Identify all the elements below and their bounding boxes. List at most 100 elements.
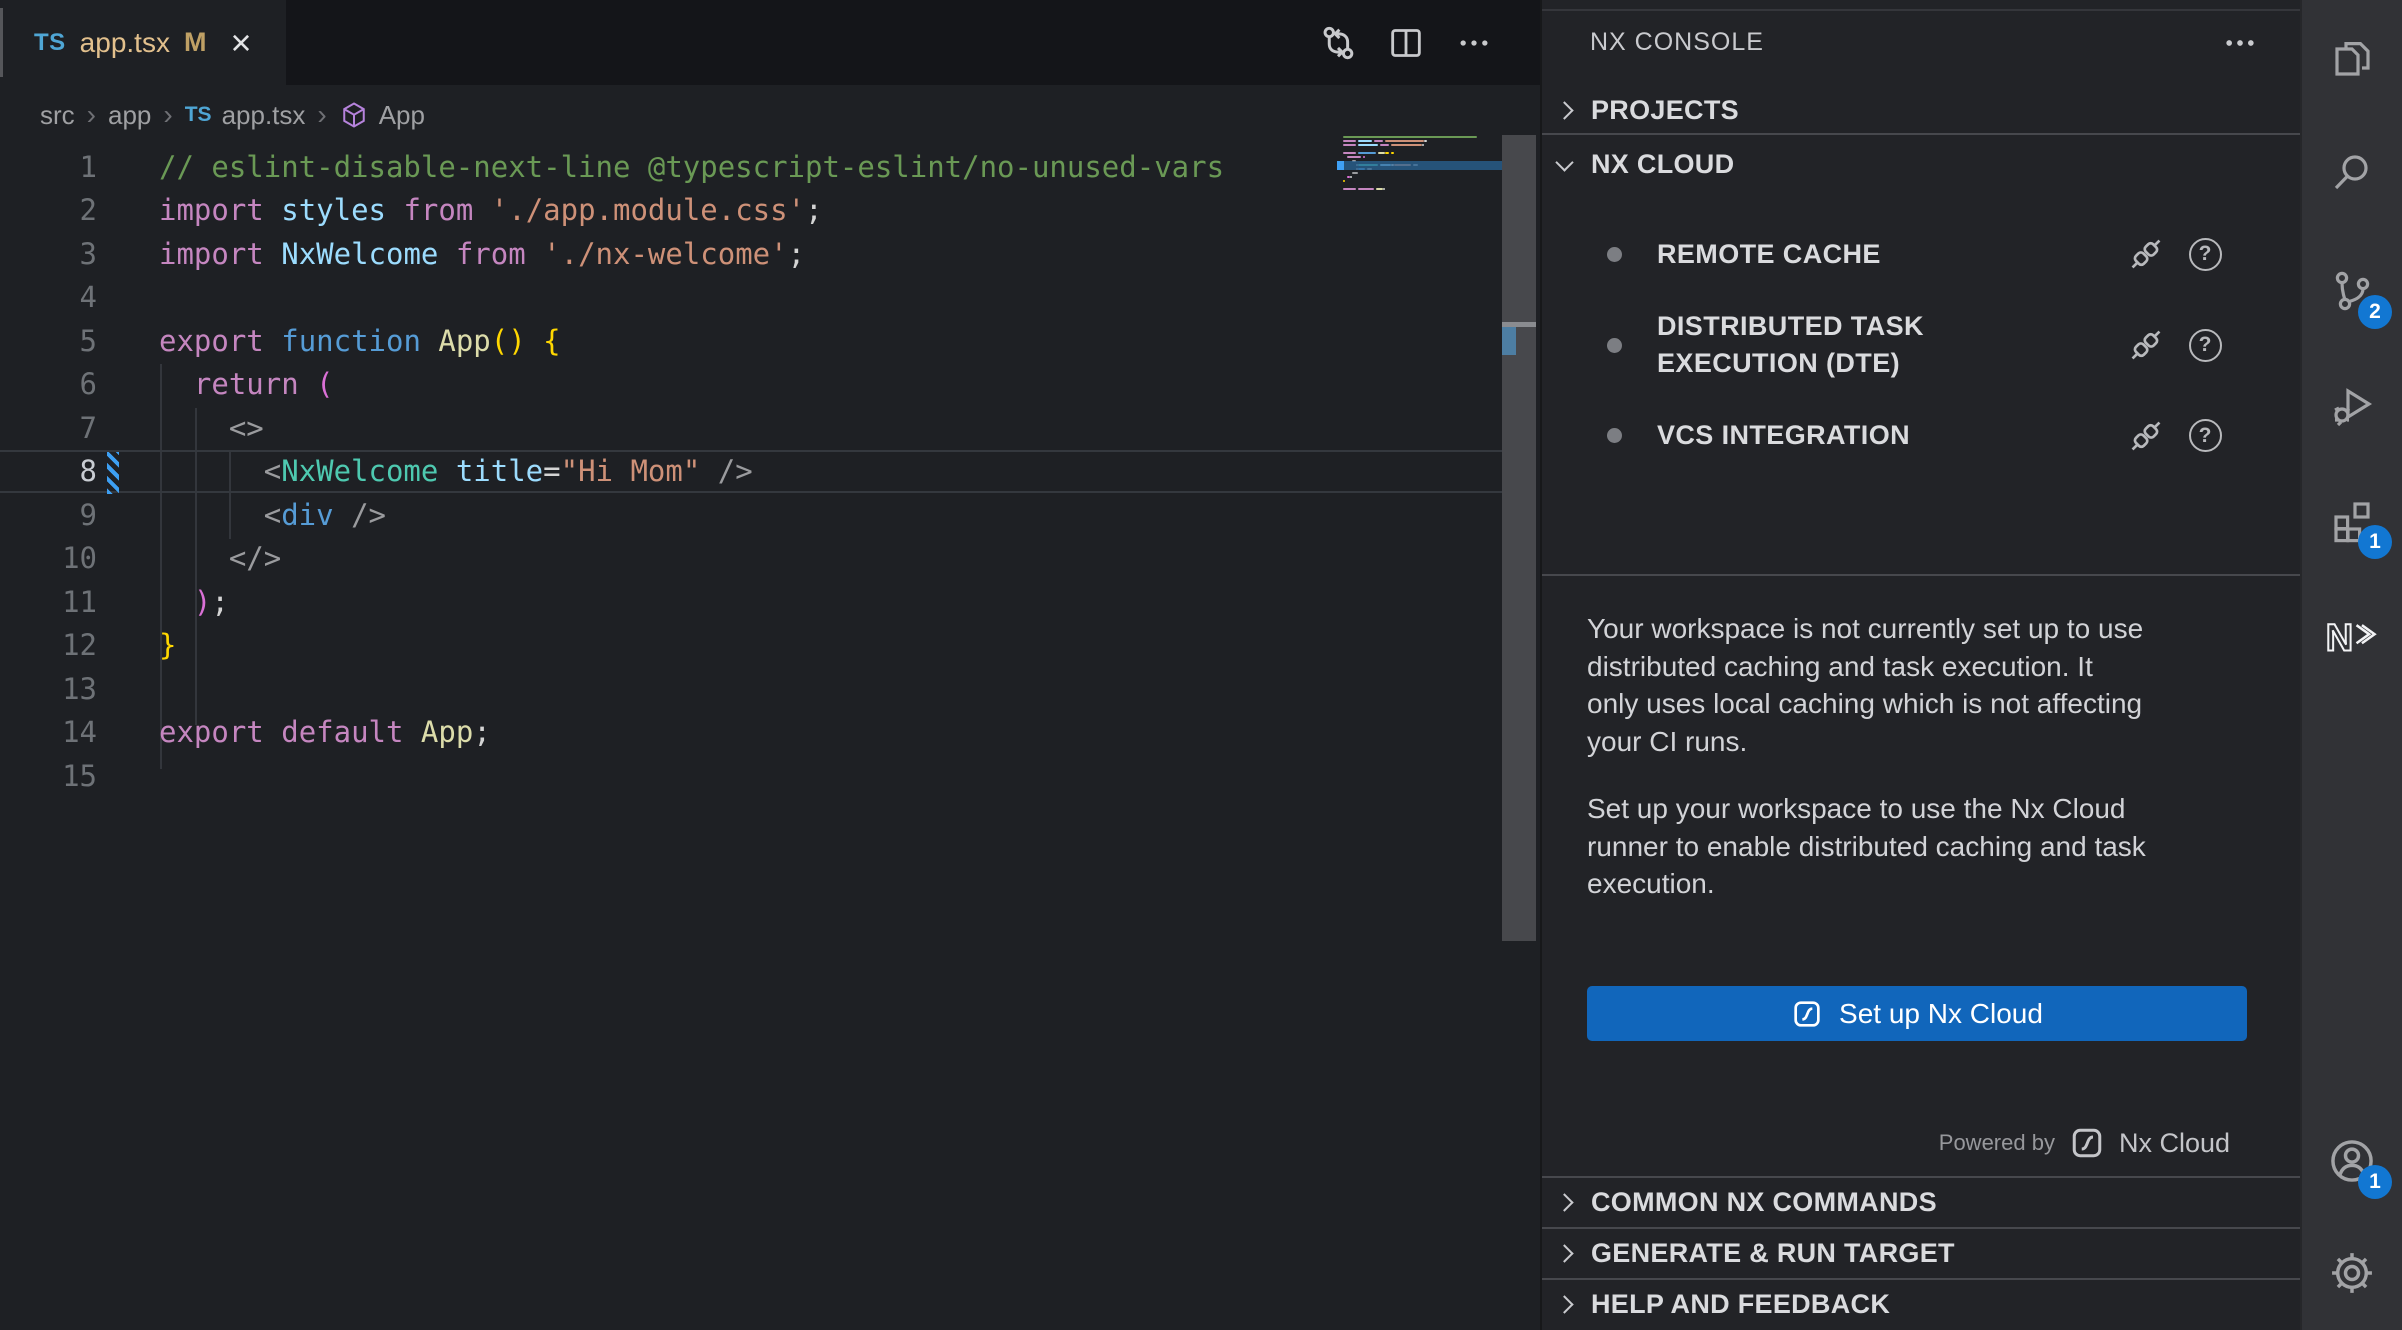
vscode-window: TS app.tsx M × — [0, 0, 2402, 1330]
line-number: 2 — [0, 193, 97, 227]
nx-cloud-item-icons: ? — [2125, 415, 2226, 457]
breadcrumb-item-App[interactable]: App — [339, 100, 425, 131]
nx-cloud-item[interactable]: REMOTE CACHE ? — [1542, 210, 2300, 298]
minimap-token — [1358, 152, 1376, 155]
section-label: COMMON NX COMMANDS — [1591, 1187, 1937, 1218]
line-number: 10 — [0, 541, 97, 575]
minimap[interactable] — [1343, 135, 1503, 195]
section-help-and-feedback[interactable]: HELP AND FEEDBACK — [1542, 1278, 2300, 1328]
section-label: PROJECTS — [1591, 95, 1739, 126]
powered-by: Powered by Nx Cloud — [1939, 1120, 2230, 1166]
code-editor[interactable]: 1// eslint-disable-next-line @typescript… — [0, 145, 1540, 1330]
help-icon[interactable]: ? — [2184, 233, 2226, 275]
minimap-token — [1422, 144, 1424, 147]
code-line-15[interactable]: 15 — [0, 754, 1502, 798]
setup-nx-cloud-button[interactable]: Set up Nx Cloud — [1587, 986, 2247, 1041]
code-token — [264, 237, 281, 271]
workspace-status-text: Your workspace is not currently set up t… — [1587, 610, 2255, 760]
code-line-1[interactable]: 1// eslint-disable-next-line @typescript… — [0, 145, 1502, 189]
panel-title: NX CONSOLE — [1590, 28, 1764, 57]
run-debug-icon[interactable] — [2324, 378, 2380, 434]
code-text: // eslint-disable-next-line @typescript-… — [159, 150, 1224, 184]
code-text: <> — [159, 411, 264, 445]
code-token — [526, 324, 543, 358]
close-tab-icon[interactable]: × — [230, 25, 251, 61]
code-token: ; — [211, 585, 228, 619]
connect-icon[interactable] — [2125, 324, 2167, 366]
section-projects[interactable]: PROJECTS — [1542, 88, 2300, 135]
nx-console-panel: NX CONSOLE PROJECTS NX CLOUD REMOTE CACH… — [1540, 0, 2300, 1330]
more-actions-icon[interactable] — [1452, 21, 1496, 65]
minimap-token — [1352, 172, 1359, 175]
code-token: NxWelcome — [281, 237, 438, 271]
code-token: ; — [805, 193, 822, 227]
nx-console-activity-icon[interactable]: N — [2324, 608, 2380, 664]
explorer-icon[interactable] — [2324, 30, 2380, 86]
paragraph-line: distributed caching and task execution. … — [1587, 648, 2255, 686]
accounts-icon[interactable]: 1 — [2324, 1133, 2380, 1189]
code-line-10[interactable]: 10 </> — [0, 537, 1502, 581]
tab-app-tsx[interactable]: TS app.tsx M × — [0, 0, 286, 85]
activity-bar: 2 1 N — [2300, 0, 2402, 1330]
line-number: 4 — [0, 280, 97, 314]
symbol-cube-icon — [339, 100, 369, 130]
nx-cloud-item[interactable]: VCS INTEGRATION ? — [1542, 408, 2300, 463]
paragraph-line: your CI runs. — [1587, 723, 2255, 761]
code-token: ( — [316, 367, 333, 401]
split-editor-icon[interactable] — [1384, 21, 1428, 65]
code-line-6[interactable]: 6 return ( — [0, 363, 1502, 407]
code-line-9[interactable]: 9 <div /> — [0, 493, 1502, 537]
code-token: App — [421, 715, 473, 749]
editor-group: TS app.tsx M × — [0, 0, 1540, 1330]
code-line-11[interactable]: 11 ); — [0, 580, 1502, 624]
minimap-line — [1343, 191, 1503, 195]
code-token: import — [159, 237, 264, 271]
vertical-scrollbar[interactable] — [1502, 135, 1536, 941]
extensions-icon[interactable]: 1 — [2324, 493, 2380, 549]
help-icon[interactable]: ? — [2184, 415, 2226, 457]
minimap-token — [1391, 152, 1393, 155]
minimap-token — [1378, 152, 1385, 155]
section-generate-run-target[interactable]: GENERATE & RUN TARGET — [1542, 1227, 2300, 1277]
code-line-4[interactable]: 4 — [0, 276, 1502, 320]
tab-filename: app.tsx — [80, 27, 170, 59]
nx-cloud-brand-label: Nx Cloud — [2119, 1128, 2230, 1159]
code-line-7[interactable]: 7 <> — [0, 406, 1502, 450]
minimap-token — [1347, 156, 1360, 159]
panel-more-actions-icon[interactable] — [2220, 23, 2260, 63]
search-icon[interactable] — [2324, 145, 2380, 201]
powered-by-label: Powered by — [1939, 1130, 2055, 1156]
code-line-12[interactable]: 12} — [0, 624, 1502, 668]
source-control-icon[interactable]: 2 — [2324, 263, 2380, 319]
nx-cloud-item[interactable]: DISTRIBUTED TASK EXECUTION (DTE) ? — [1542, 300, 2300, 390]
code-line-5[interactable]: 5export function App() { — [0, 319, 1502, 363]
code-text: </> — [159, 541, 281, 575]
code-token — [403, 715, 420, 749]
code-line-3[interactable]: 3import NxWelcome from './nx-welcome'; — [0, 232, 1502, 276]
help-icon[interactable]: ? — [2184, 324, 2226, 366]
line-number: 8 — [0, 454, 97, 488]
breadcrumb-item-apptsx[interactable]: TSapp.tsx — [185, 100, 306, 131]
divider — [1542, 574, 2300, 576]
line-number: 9 — [0, 498, 97, 532]
code-token: './nx-welcome' — [543, 237, 787, 271]
tab-left-border — [0, 8, 3, 77]
connect-icon[interactable] — [2125, 233, 2167, 275]
code-token: /> — [334, 498, 386, 532]
code-line-13[interactable]: 13 — [0, 667, 1502, 711]
compare-changes-icon[interactable] — [1316, 21, 1360, 65]
minimap-token — [1343, 144, 1356, 147]
code-text: import styles from './app.module.css'; — [159, 193, 823, 227]
code-text: <div /> — [159, 498, 386, 532]
settings-gear-icon[interactable] — [2324, 1245, 2380, 1301]
code-line-2[interactable]: 2 import styles from './app.module.css'; — [0, 189, 1502, 233]
code-line-8[interactable]: 8 <NxWelcome title="Hi Mom" /> — [0, 450, 1502, 494]
section-nx-cloud[interactable]: NX CLOUD — [1542, 137, 2300, 191]
code-line-14[interactable]: 14export default App; — [0, 711, 1502, 755]
chevron-right-icon — [1555, 1295, 1573, 1313]
connect-icon[interactable] — [2125, 415, 2167, 457]
section-common-nx-commands[interactable]: COMMON NX COMMANDS — [1542, 1176, 2300, 1226]
breadcrumb-item-src[interactable]: src — [40, 100, 75, 131]
paragraph-line: Your workspace is not currently set up t… — [1587, 610, 2255, 648]
breadcrumb-item-app[interactable]: app — [108, 100, 151, 131]
